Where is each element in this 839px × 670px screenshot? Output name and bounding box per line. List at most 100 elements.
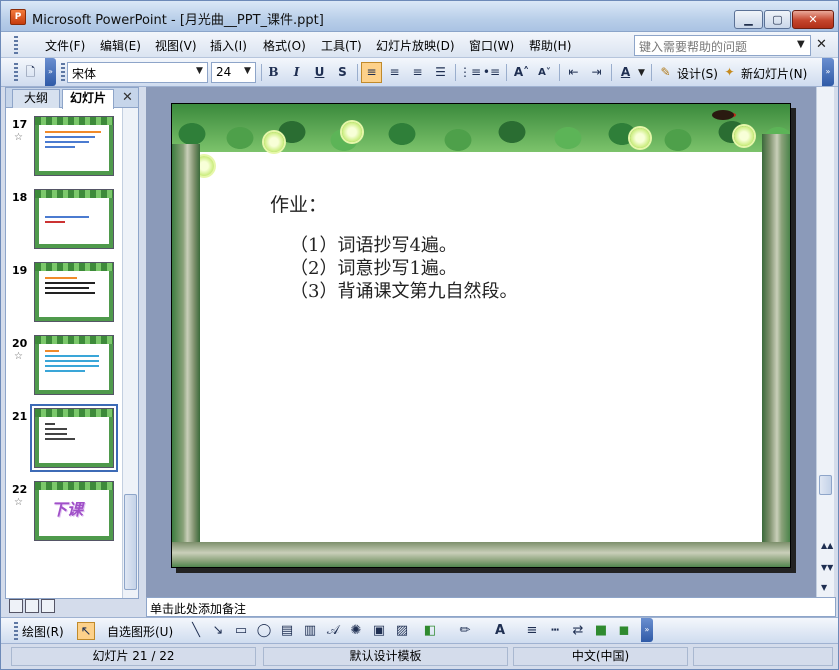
toolbar-separator (611, 64, 612, 81)
increase-indent-icon[interactable]: ⇥ (586, 62, 607, 83)
minimize-button[interactable]: ▁ (734, 10, 763, 29)
menu-tools[interactable]: 工具(T) (321, 37, 362, 54)
align-center-icon[interactable]: ≡ (384, 62, 405, 83)
slide-thumbnail-18[interactable]: 18 (6, 187, 122, 251)
menu-edit[interactable]: 编辑(E) (100, 37, 141, 54)
help-search-input[interactable]: 键入需要帮助的问题 (634, 35, 811, 56)
slide-thumbnail-17[interactable]: 17 ☆ (6, 114, 122, 178)
slide-scroll-thumb[interactable] (819, 475, 832, 495)
font-color-icon[interactable]: A (615, 62, 636, 83)
drawbar-grip[interactable] (14, 622, 18, 640)
italic-button[interactable]: I (286, 62, 307, 83)
picture-icon[interactable]: ▨ (393, 622, 411, 640)
increase-font-size-icon[interactable]: A˄ (511, 62, 532, 83)
shadow-style-icon[interactable]: ■ (592, 622, 610, 640)
menu-help[interactable]: 帮助(H) (529, 37, 571, 54)
design-template[interactable]: 默认设计模板 (263, 647, 508, 666)
line-style-icon[interactable]: ≡ (523, 622, 541, 640)
toolbar-options-icon[interactable]: » (45, 58, 56, 86)
align-right-icon[interactable]: ≡ (407, 62, 428, 83)
slide-body[interactable]: （1）词语抄写4遍。 （2）词意抄写1遍。 （3）背诵课文第九自然段。 (290, 234, 517, 303)
vertical-textbox-icon[interactable]: ▥ (301, 622, 319, 640)
menu-view[interactable]: 视图(V) (155, 37, 197, 54)
font-size-dropdown-icon[interactable]: ▼ (244, 66, 251, 76)
slideshow-view-icon[interactable] (41, 599, 55, 613)
next-slide-icon[interactable]: ▼▼ (821, 563, 833, 572)
autoshapes-button[interactable]: 自选图形(U) (107, 623, 173, 640)
tab-outline[interactable]: 大纲 (12, 89, 60, 108)
menu-slideshow[interactable]: 幻灯片放映(D) (376, 37, 455, 54)
slide-thumbnail-19[interactable]: 19 (6, 260, 122, 324)
toolbar-overflow-icon[interactable]: » (822, 58, 834, 86)
current-slide[interactable]: 作业： （1）词语抄写4遍。 （2）词意抄写1遍。 （3）背诵课文第九自然段。 (171, 103, 791, 568)
rectangle-icon[interactable]: ▭ (232, 622, 250, 640)
dash-style-icon[interactable]: ┅ (546, 622, 564, 640)
normal-view-icon[interactable] (9, 599, 23, 613)
help-dropdown-icon[interactable]: ▼ (797, 39, 805, 50)
slide-title[interactable]: 作业： (270, 190, 327, 217)
clipart-icon[interactable]: ▣ (370, 622, 388, 640)
arrow-style-icon[interactable]: ⇄ (569, 622, 587, 640)
design-icon[interactable]: ✎ (655, 62, 676, 83)
slide-thumbnail-22[interactable]: 22 ☆ 下课 (6, 479, 122, 543)
toolbar-grip[interactable] (14, 63, 18, 81)
panel-close-icon[interactable]: ✕ (122, 90, 133, 105)
slide-scrollbar[interactable]: ▲▲ ▼▼ ▼ (816, 87, 834, 597)
menu-file[interactable]: 文件(F) (45, 37, 85, 54)
new-slide-button[interactable]: 新幻灯片(N) (741, 65, 807, 82)
line-color-icon[interactable]: ✏ (456, 622, 474, 640)
panel-scroll-thumb[interactable] (124, 494, 137, 590)
slide-thumbnail-21[interactable]: 21 (6, 404, 122, 472)
line-icon[interactable]: ╲ (187, 622, 205, 640)
previous-slide-icon[interactable]: ▲▲ (821, 541, 833, 550)
notes-pane[interactable]: 单击此处添加备注 (146, 597, 836, 617)
tab-slides[interactable]: 幻灯片 (62, 89, 114, 109)
powerpoint-app-icon[interactable]: P (10, 9, 26, 25)
distributed-align-icon[interactable]: ☰ (430, 62, 451, 83)
thumbnail-image[interactable] (34, 189, 114, 249)
diagram-icon[interactable]: ✺ (347, 622, 365, 640)
thumbnail-image[interactable] (34, 335, 114, 395)
slide-sorter-view-icon[interactable] (25, 599, 39, 613)
new-slide-icon[interactable]: ✦ (719, 62, 740, 83)
document-close-icon[interactable]: ✕ (816, 37, 827, 52)
font-color-draw-icon[interactable]: A (491, 622, 509, 640)
arrow-icon[interactable]: ↘ (209, 622, 227, 640)
maximize-button[interactable]: ▢ (764, 10, 791, 29)
scroll-down-icon[interactable]: ▼ (821, 583, 827, 592)
menu-insert[interactable]: 插入(I) (210, 37, 247, 54)
new-document-icon[interactable]: 🗋 (20, 62, 41, 83)
align-left-icon[interactable]: ≡ (361, 62, 382, 83)
slide-thumbnail-20[interactable]: 20 ☆ (6, 333, 122, 397)
font-color-dropdown-icon[interactable]: ▼ (638, 68, 645, 78)
drawbar-options-icon[interactable]: » (641, 618, 653, 642)
menu-format[interactable]: 格式(O) (263, 37, 306, 54)
thumbnail-content (45, 131, 105, 151)
design-button[interactable]: 设计(S) (677, 65, 718, 82)
menu-grip[interactable] (14, 36, 18, 54)
shadow-button[interactable]: S (332, 62, 353, 83)
numbering-icon[interactable]: ⋮≡ (458, 62, 481, 83)
select-objects-icon[interactable]: ↖ (77, 622, 95, 640)
wordart-icon[interactable]: 𝒜 (324, 622, 342, 640)
3d-style-icon[interactable]: ◼ (615, 622, 633, 640)
bold-button[interactable]: B (263, 62, 284, 83)
toolbar-grip-2[interactable] (61, 63, 65, 81)
thumbnail-image-selected[interactable] (30, 404, 118, 472)
font-name-dropdown-icon[interactable]: ▼ (196, 66, 203, 76)
panel-scrollbar[interactable] (122, 108, 138, 598)
menu-window[interactable]: 窗口(W) (469, 37, 514, 54)
decrease-font-size-icon[interactable]: A˅ (534, 62, 555, 83)
font-name-combo[interactable]: 宋体 (67, 62, 208, 83)
decrease-indent-icon[interactable]: ⇤ (563, 62, 584, 83)
underline-button[interactable]: U (309, 62, 330, 83)
fill-color-icon[interactable]: ◧ (421, 622, 439, 640)
close-button[interactable]: ✕ (792, 10, 834, 29)
bullets-icon[interactable]: •≡ (481, 62, 502, 83)
textbox-icon[interactable]: ▤ (278, 622, 296, 640)
draw-menu-button[interactable]: 绘图(R) (22, 623, 64, 640)
thumbnail-image[interactable]: 下课 (34, 481, 114, 541)
oval-icon[interactable]: ◯ (255, 622, 273, 640)
thumbnail-image[interactable] (34, 116, 114, 176)
thumbnail-image[interactable] (34, 262, 114, 322)
